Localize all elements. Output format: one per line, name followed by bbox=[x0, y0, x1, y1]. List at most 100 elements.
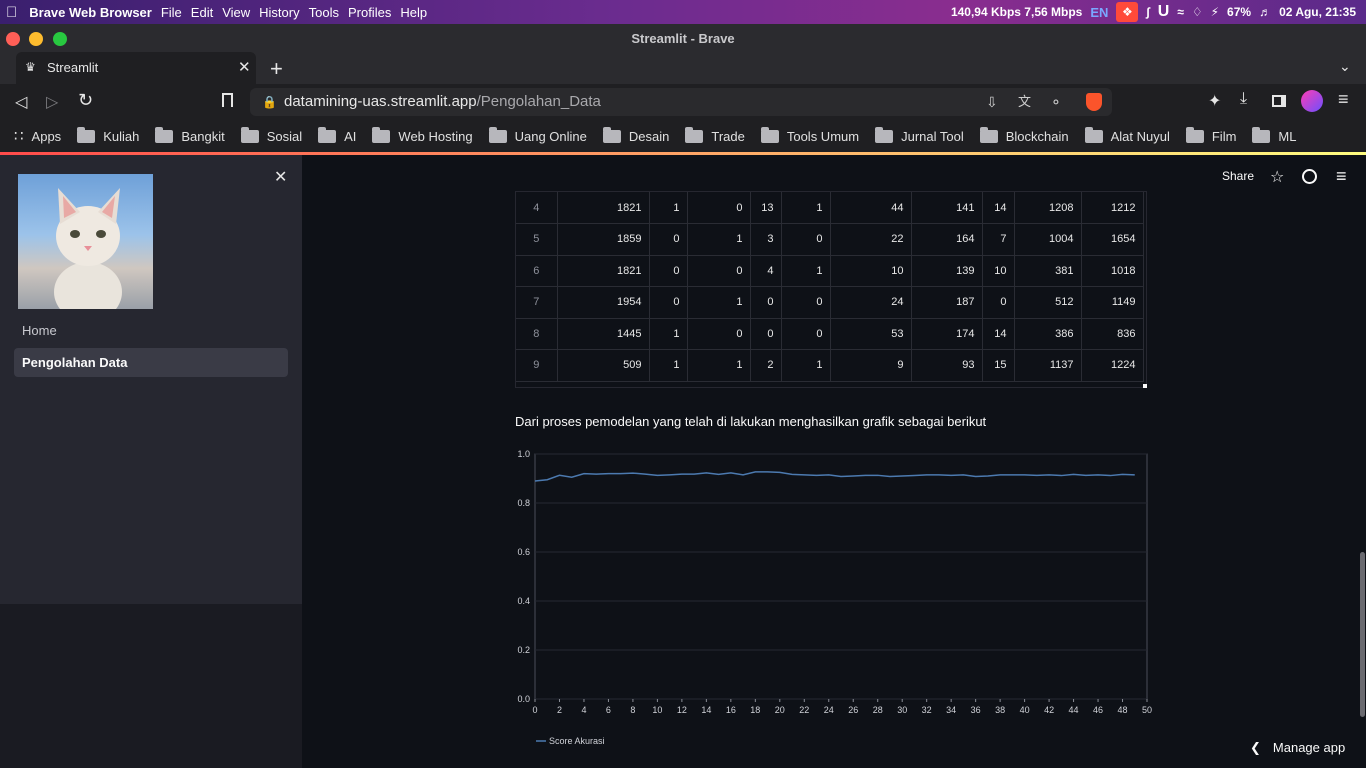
table-cell: 24 bbox=[830, 286, 912, 319]
browser-menu-icon[interactable]: ≡ bbox=[1338, 89, 1349, 110]
menu-tools[interactable]: Tools bbox=[309, 5, 339, 20]
table-row[interactable]: 7 1954 0 1 0 0 24 187 0 512 1149 bbox=[516, 286, 1144, 319]
x-tick-label: 16 bbox=[726, 705, 736, 715]
bookmark-label: Bangkit bbox=[181, 128, 225, 144]
bookmark-icon[interactable] bbox=[222, 93, 233, 107]
table-cell: 381 bbox=[1014, 255, 1082, 287]
dataframe[interactable]: 4 1821 1 0 13 1 44 141 14 1208 1212 5 1859 0 1 3 0 22 164 7… bbox=[515, 191, 1147, 388]
github-icon[interactable] bbox=[1302, 169, 1317, 184]
share-icon[interactable]: ⚬ bbox=[1050, 88, 1062, 116]
bookmark-folder-kuliah[interactable]: Kuliah bbox=[77, 126, 139, 144]
extensions-icon[interactable]: ✦ bbox=[1208, 91, 1221, 111]
close-tab-icon[interactable]: ✕ bbox=[238, 58, 251, 76]
bookmark-apps[interactable]: ∷ Apps bbox=[14, 127, 61, 145]
table-cell: 836 bbox=[1081, 318, 1144, 350]
downloads-icon[interactable]: ⤓ bbox=[1240, 90, 1247, 108]
folder-icon bbox=[875, 126, 894, 143]
address-bar[interactable]: 🔒 datamining-uas.streamlit.app/Pengolaha… bbox=[250, 88, 1112, 116]
table-row[interactable]: 4 1821 1 0 13 1 44 141 14 1208 1212 bbox=[516, 192, 1144, 224]
accuracy-line-chart[interactable]: 0.00.20.40.60.81.00 2 4 6 8 10 12 14 16 18 20 22 24 2… bbox=[505, 444, 1157, 754]
x-tick-label: 48 bbox=[1118, 705, 1128, 715]
sidebar-toggle-icon[interactable] bbox=[1272, 95, 1286, 107]
menu-help[interactable]: Help bbox=[400, 5, 427, 20]
x-tick-label: 12 bbox=[677, 705, 687, 715]
dataframe-resize-handle[interactable] bbox=[1143, 384, 1147, 388]
x-tick-label: 18 bbox=[750, 705, 760, 715]
menu-profiles[interactable]: Profiles bbox=[348, 5, 391, 20]
maximize-window-button[interactable] bbox=[53, 32, 67, 46]
sidebar-item-home[interactable]: Home bbox=[14, 316, 288, 345]
y-tick-label: 0.0 bbox=[517, 694, 530, 704]
clock[interactable]: 02 Agu, 21:35 bbox=[1279, 5, 1356, 19]
bookmark-folder-sosial[interactable]: Sosial bbox=[240, 126, 302, 144]
legend-label: Score Akurasi bbox=[549, 736, 605, 746]
back-button[interactable]: ◁ bbox=[15, 92, 27, 112]
main-menu-icon[interactable]: ≡ bbox=[1336, 166, 1347, 187]
table-cell: 0 bbox=[750, 318, 782, 350]
table-cell: 1954 bbox=[557, 286, 650, 319]
vpn-icon[interactable]: ❖ bbox=[1116, 2, 1139, 22]
share-button[interactable]: Share bbox=[1222, 169, 1254, 183]
table-cell: 174 bbox=[911, 318, 983, 350]
bookmark-folder-blockchain[interactable]: Blockchain bbox=[979, 126, 1069, 144]
sidebar-item-pengolahan-data[interactable]: Pengolahan Data bbox=[14, 348, 288, 377]
menu-history[interactable]: History bbox=[259, 5, 299, 20]
manage-app-button[interactable]: ❮ Manage app bbox=[1250, 740, 1345, 756]
bell-icon[interactable]: ♢ bbox=[1192, 5, 1203, 19]
translate-icon[interactable]: 文 bbox=[1018, 88, 1031, 116]
table-row[interactable]: 8 1445 1 0 0 0 53 174 14 386 836 bbox=[516, 318, 1144, 350]
forward-button[interactable]: ▷ bbox=[46, 92, 58, 112]
bluetooth-icon[interactable]: ∫ bbox=[1146, 5, 1149, 19]
apple-icon[interactable]:  bbox=[6, 4, 17, 21]
bookmark-folder-uang-online[interactable]: Uang Online bbox=[488, 126, 587, 144]
wifi-icon[interactable]: ≈ bbox=[1177, 5, 1184, 19]
reload-button[interactable]: ↻ bbox=[78, 90, 93, 111]
bookmark-folder-alat-nuyul[interactable]: Alat Nuyul bbox=[1084, 126, 1170, 144]
close-window-button[interactable] bbox=[6, 32, 20, 46]
table-row[interactable]: 9 509 1 1 2 1 9 93 15 1137 1224 bbox=[516, 349, 1144, 382]
bookmark-folder-ai[interactable]: AI bbox=[318, 126, 356, 144]
menu-file[interactable]: File bbox=[161, 5, 182, 20]
u-icon[interactable]: U bbox=[1158, 3, 1170, 21]
table-cell: 0 bbox=[781, 223, 831, 256]
sidebar-close-icon[interactable]: ✕ bbox=[274, 167, 287, 187]
x-tick-label: 38 bbox=[995, 705, 1005, 715]
minimize-window-button[interactable] bbox=[29, 32, 43, 46]
table-cell: 1 bbox=[687, 286, 751, 319]
menu-edit[interactable]: Edit bbox=[191, 5, 213, 20]
bookmark-label: Film bbox=[1211, 128, 1237, 144]
x-tick-label: 46 bbox=[1093, 705, 1103, 715]
profile-avatar[interactable] bbox=[1301, 90, 1323, 112]
table-row[interactable]: 5 1859 0 1 3 0 22 164 7 1004 1654 bbox=[516, 223, 1144, 256]
bookmark-folder-tools-umum[interactable]: Tools Umum bbox=[760, 126, 859, 144]
table-cell: 1149 bbox=[1081, 286, 1144, 319]
app-name[interactable]: Brave Web Browser bbox=[29, 5, 152, 20]
table-row[interactable]: 6 1821 0 0 4 1 10 139 10 381 1018 bbox=[516, 255, 1144, 287]
lock-icon[interactable]: 🔒 bbox=[262, 88, 277, 116]
bookmark-folder-trade[interactable]: Trade bbox=[685, 126, 745, 144]
bookmark-folder-jurnal-tool[interactable]: Jurnal Tool bbox=[875, 126, 964, 144]
x-tick-label: 0 bbox=[532, 705, 537, 715]
bookmark-folder-web-hosting[interactable]: Web Hosting bbox=[372, 126, 473, 144]
bookmark-folder-ml[interactable]: ML bbox=[1252, 126, 1296, 144]
table-cell: 386 bbox=[1014, 318, 1082, 350]
folder-icon bbox=[602, 126, 621, 143]
new-tab-button[interactable]: + bbox=[270, 56, 283, 82]
row-index: 7 bbox=[516, 286, 558, 319]
battery-icon[interactable]: ⚡ bbox=[1211, 5, 1219, 19]
row-index: 5 bbox=[516, 223, 558, 256]
install-icon[interactable]: ⇩ bbox=[986, 88, 998, 116]
menu-view[interactable]: View bbox=[222, 5, 250, 20]
bookmark-folder-desain[interactable]: Desain bbox=[602, 126, 669, 144]
x-tick-label: 4 bbox=[581, 705, 586, 715]
page-scrollbar[interactable] bbox=[1360, 552, 1365, 717]
volume-icon[interactable]: ♬ bbox=[1259, 5, 1271, 19]
tab-streamlit[interactable]: ♛ Streamlit ✕ bbox=[16, 52, 256, 84]
brave-shields-icon[interactable] bbox=[1086, 93, 1102, 111]
bookmark-folder-bangkit[interactable]: Bangkit bbox=[155, 126, 225, 144]
tab-list-chevron-icon[interactable]: ⌄ bbox=[1339, 58, 1351, 75]
bookmark-folder-film[interactable]: Film bbox=[1185, 126, 1237, 144]
table-cell: 1 bbox=[687, 223, 751, 256]
star-icon[interactable]: ☆ bbox=[1270, 167, 1284, 187]
lang-indicator[interactable]: EN bbox=[1090, 5, 1108, 20]
